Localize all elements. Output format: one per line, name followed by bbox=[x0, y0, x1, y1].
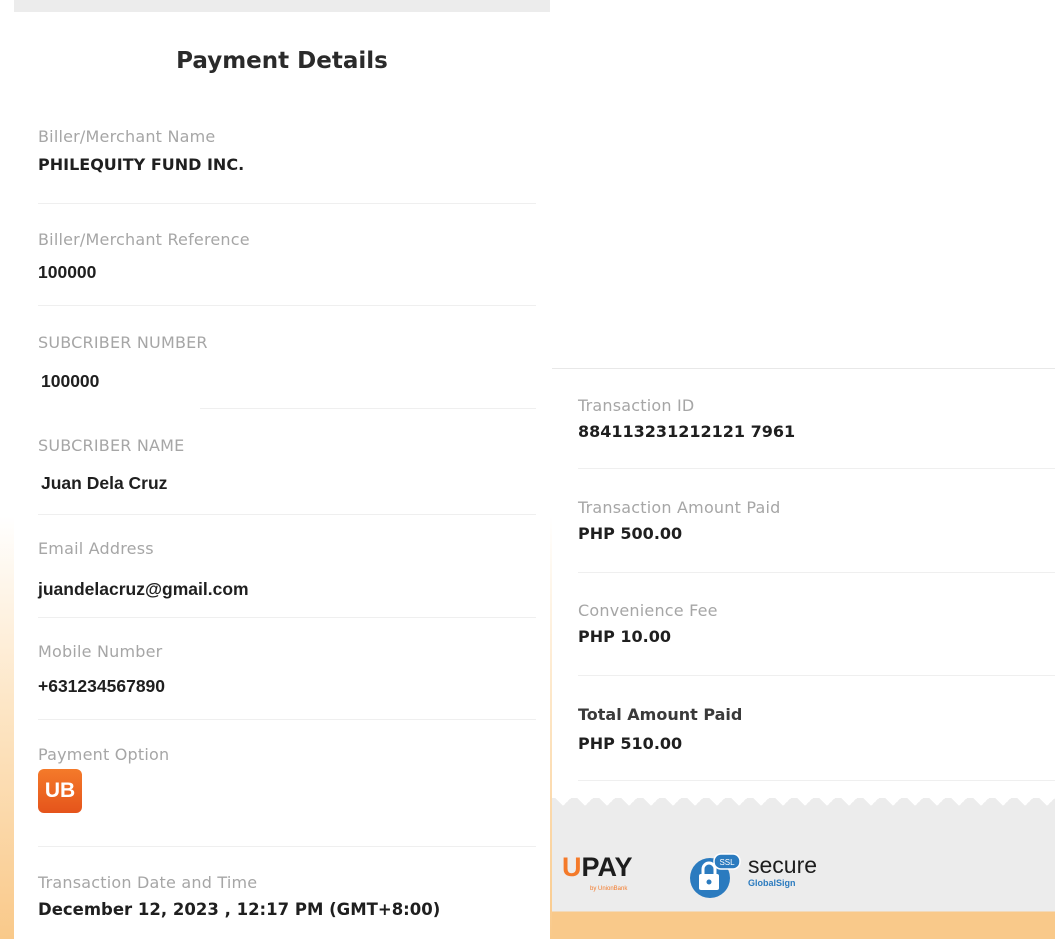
field-value: 884113231212121 7961 bbox=[578, 422, 796, 441]
ssl-secure-text: secure bbox=[748, 852, 818, 878]
divider bbox=[578, 572, 1055, 573]
receipt-footer: UPAY by UnionBank SSL secure GlobalSign bbox=[552, 814, 1055, 939]
divider bbox=[200, 408, 536, 409]
field-label: Transaction ID bbox=[578, 396, 695, 415]
unionbank-logo-icon: UB bbox=[38, 769, 82, 813]
field-value: Juan Dela Cruz bbox=[41, 473, 168, 493]
page-title: Payment Details bbox=[176, 48, 388, 74]
field-label: SUBCRIBER NAME bbox=[38, 436, 185, 455]
receipt-zigzag-edge bbox=[552, 798, 1055, 814]
divider bbox=[38, 846, 536, 847]
divider bbox=[38, 305, 536, 306]
field-payment-option: Payment Option bbox=[38, 745, 536, 764]
field-mobile-number: Mobile Number +631234567890 bbox=[38, 642, 536, 697]
divider bbox=[552, 368, 1055, 369]
ssl-globalsign-text: GlobalSign bbox=[748, 878, 796, 888]
transaction-summary-receipt: Transaction ID 884113231212121 7961 Tran… bbox=[552, 368, 1055, 939]
total-value: PHP 510.00 bbox=[578, 734, 683, 753]
field-transaction-datetime: Transaction Date and Time December 12, 2… bbox=[38, 873, 536, 919]
divider bbox=[38, 203, 536, 204]
field-value: PHP 10.00 bbox=[578, 627, 672, 646]
divider bbox=[38, 719, 536, 720]
field-biller-reference: Biller/Merchant Reference 100000 bbox=[38, 230, 536, 283]
upay-logo: UPAY bbox=[562, 852, 633, 883]
field-convenience-fee: Convenience Fee PHP 10.00 bbox=[578, 601, 1045, 646]
divider bbox=[578, 780, 1055, 781]
ssl-badge-text: SSL bbox=[719, 858, 735, 867]
divider bbox=[578, 675, 1055, 676]
field-value: 100000 bbox=[41, 371, 100, 391]
field-label: Mobile Number bbox=[38, 642, 163, 661]
field-label: SUBCRIBER NUMBER bbox=[38, 333, 208, 352]
field-value: 100000 bbox=[38, 262, 97, 282]
upay-logo-u: U bbox=[562, 852, 582, 882]
field-subscriber-name: SUBCRIBER NAME Juan Dela Cruz bbox=[38, 436, 536, 494]
field-subscriber-number: SUBCRIBER NUMBER 100000 bbox=[38, 333, 536, 392]
field-value: juandelacruz@gmail.com bbox=[38, 579, 249, 599]
total-label: Total Amount Paid bbox=[578, 705, 743, 724]
field-transaction-amount: Transaction Amount Paid PHP 500.00 bbox=[578, 498, 1045, 543]
field-label: Biller/Merchant Reference bbox=[38, 230, 250, 249]
field-label: Transaction Date and Time bbox=[38, 873, 258, 892]
field-label: Transaction Amount Paid bbox=[578, 498, 781, 517]
field-label: Payment Option bbox=[38, 745, 170, 764]
unionbank-logo-text: UB bbox=[44, 779, 76, 802]
field-transaction-id: Transaction ID 884113231212121 7961 bbox=[578, 396, 1045, 441]
upay-logo-pay: PAY bbox=[581, 852, 633, 882]
field-email: Email Address juandelacruz@gmail.com bbox=[38, 539, 536, 600]
field-value: PHP 500.00 bbox=[578, 524, 683, 543]
upay-logo-tagline: by UnionBank bbox=[590, 886, 628, 892]
field-label: Convenience Fee bbox=[578, 601, 718, 620]
payment-details-receipt: Payment Details Biller/Merchant Name PHI… bbox=[14, 12, 550, 939]
field-total-amount: Total Amount Paid PHP 510.00 bbox=[578, 705, 1045, 753]
divider bbox=[578, 468, 1055, 469]
divider bbox=[38, 514, 536, 515]
field-value: +631234567890 bbox=[38, 676, 166, 696]
field-value: PHILEQUITY FUND INC. bbox=[38, 155, 245, 174]
field-label: Email Address bbox=[38, 539, 154, 558]
field-label: Biller/Merchant Name bbox=[38, 127, 216, 146]
field-value: December 12, 2023 , 12:17 PM (GMT+8:00) bbox=[38, 900, 441, 919]
divider bbox=[38, 617, 536, 618]
field-biller-name: Biller/Merchant Name PHILEQUITY FUND INC… bbox=[38, 127, 536, 174]
